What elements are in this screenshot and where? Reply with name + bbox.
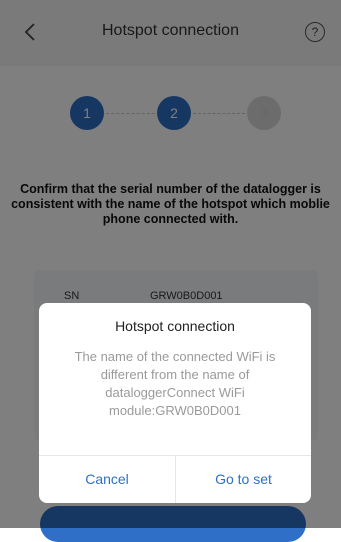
go-to-set-button[interactable]: Go to set [176,456,311,503]
cancel-button[interactable]: Cancel [39,456,175,503]
hotspot-dialog: Hotspot connection The name of the conne… [39,303,311,503]
dialog-title: Hotspot connection [115,318,235,334]
dialog-message: The name of the connected WiFi is differ… [74,349,276,418]
